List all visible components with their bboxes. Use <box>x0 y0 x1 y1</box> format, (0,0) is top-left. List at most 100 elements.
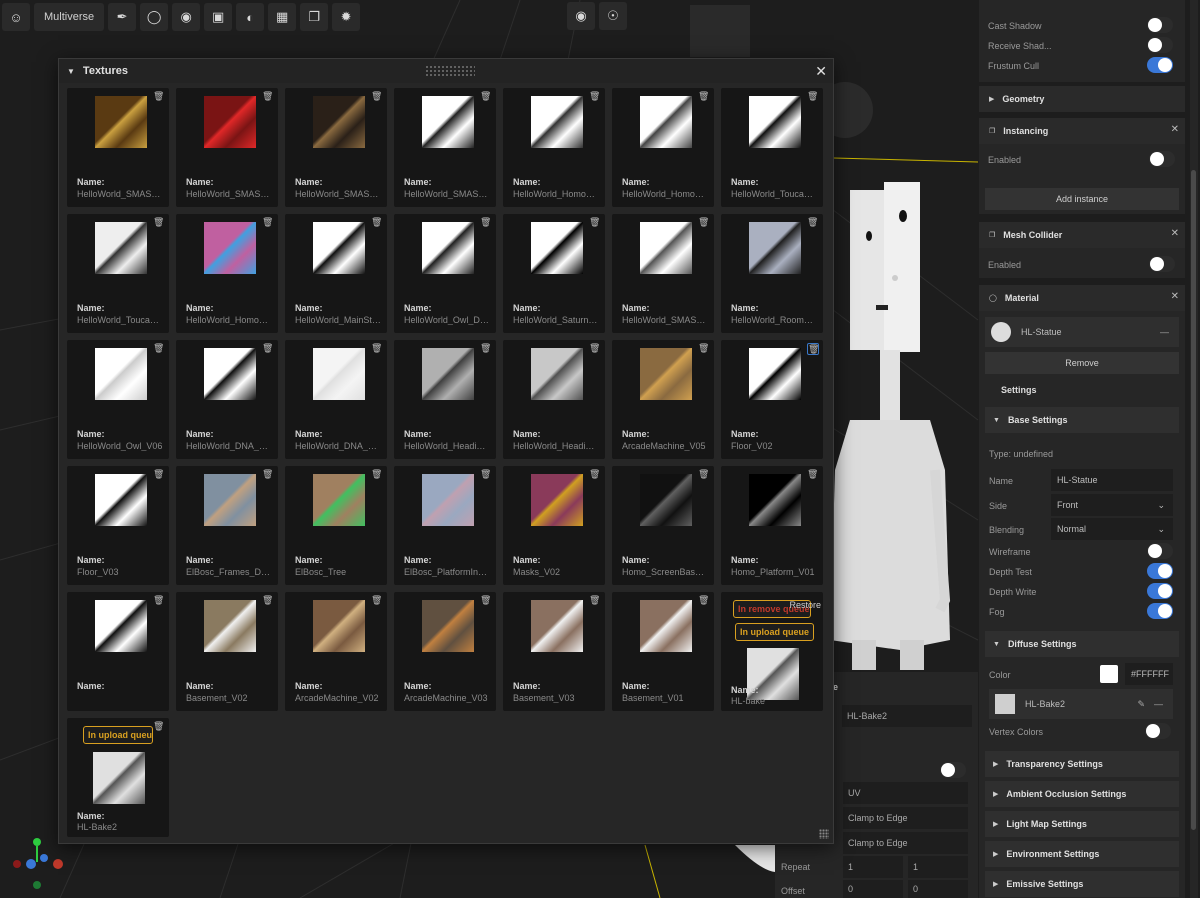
texture-card[interactable]: 🗑 Name: HelloWorld_MainStat... <box>285 214 387 333</box>
trash-icon[interactable]: 🗑 <box>589 469 601 481</box>
remove-material-icon[interactable]: ✕ <box>1171 291 1179 302</box>
texture-card[interactable]: 🗑 Name: ElBosc_Frames_Diffu... <box>176 466 278 585</box>
trash-icon[interactable]: 🗑 <box>371 343 383 355</box>
trash-icon[interactable]: 🗑 <box>153 595 165 607</box>
side-select[interactable]: Front ⌄ <box>1051 494 1173 516</box>
minus-icon[interactable]: — <box>1160 327 1169 337</box>
texture-card[interactable]: 🗑 Name: HelloWorld_Saturn_Di... <box>503 214 605 333</box>
diffuse-settings-header[interactable]: ▼ Diffuse Settings <box>985 631 1179 657</box>
copy-icon[interactable]: ❐ <box>300 3 329 31</box>
trash-icon[interactable]: 🗑 <box>589 343 601 355</box>
texture-card[interactable]: 🗑 Name: ArcadeMachine_V02 <box>285 592 387 711</box>
material-selector[interactable]: HL-Statue — <box>985 317 1179 347</box>
texture-card[interactable]: 🗑 Name: HelloWorld_ToucanRo... <box>67 214 169 333</box>
trash-icon[interactable]: 🗑 <box>698 343 710 355</box>
close-icon[interactable]: ✕ <box>815 63 827 80</box>
brush-icon[interactable]: ✒ <box>108 3 137 31</box>
environment-header[interactable]: ▶ Environment Settings <box>985 841 1179 867</box>
texture-card[interactable]: 🗑 Name: HelloWorld_ToucanSt... <box>721 88 823 207</box>
multiverse-button[interactable]: Multiverse <box>34 3 105 31</box>
trash-icon[interactable]: 🗑 <box>480 343 492 355</box>
trash-icon[interactable]: 🗑 <box>153 343 165 355</box>
trash-icon[interactable]: 🗑 <box>589 595 601 607</box>
orbit-icon[interactable]: ◉ <box>567 2 595 30</box>
texture-card[interactable]: 🗑 Name: HelloWorld_SMASH_F... <box>176 88 278 207</box>
texture-card[interactable]: 🗑 Name: HL-Bake2 In upload queue <box>67 718 169 837</box>
instancing-enabled-toggle[interactable] <box>1149 151 1175 167</box>
texture-card[interactable]: 🗑 Name: HelloWorld_Homo_M... <box>176 214 278 333</box>
properties-scrollbar[interactable] <box>1190 0 1198 898</box>
trash-icon[interactable]: 🗑 <box>480 469 492 481</box>
texture-card[interactable]: 🗑 Name: HelloWorld_Headings <box>394 340 496 459</box>
texture-card[interactable]: Name: HL-bake In remove queue Restore In upl… <box>721 592 823 711</box>
trash-icon[interactable]: 🗑 <box>371 217 383 229</box>
repeat-y-input[interactable]: 1 <box>908 856 968 878</box>
checker-icon[interactable]: ▦ <box>268 3 297 31</box>
texture-card[interactable]: 🗑 Name: Basement_V01 <box>612 592 714 711</box>
trash-icon[interactable]: 🗑 <box>698 217 710 229</box>
3d-viewport[interactable]: ☺ Multiverse ✒ ◯ ◉ ▣ ◐ ▦ ❐ ✹ ◉ ☉ e HL-Ba… <box>0 0 1200 898</box>
frustum-cull-toggle[interactable] <box>1147 57 1173 73</box>
add-instance-button[interactable]: Add instance <box>985 188 1179 210</box>
resize-grip-icon[interactable] <box>819 829 829 839</box>
scrollbar-thumb[interactable] <box>1191 170 1196 830</box>
trash-icon[interactable]: 🗑 <box>807 469 819 481</box>
restore-button[interactable]: Restore <box>789 600 821 610</box>
collider-enabled-toggle[interactable] <box>1149 256 1175 272</box>
texture-card[interactable]: 🗑 Name: HelloWorld_Owl_Diffu... <box>394 214 496 333</box>
ao-header[interactable]: ▶ Ambient Occlusion Settings <box>985 781 1179 807</box>
texture-card[interactable]: 🗑 Name: HelloWorld_SMASH_V... <box>394 88 496 207</box>
texture-card[interactable]: 🗑 Name: HelloWorld_SMASH_T... <box>285 88 387 207</box>
color-swatch[interactable] <box>1100 665 1118 683</box>
trash-icon[interactable]: 🗑 <box>807 343 819 355</box>
user-icon[interactable]: ☺ <box>2 3 30 31</box>
trash-icon[interactable]: 🗑 <box>698 91 710 103</box>
texture-card[interactable]: 🗑 Name: ElBosc_PlatformInner... <box>394 466 496 585</box>
uv-select[interactable]: UV <box>843 782 968 804</box>
palette-icon[interactable]: ◉ <box>172 3 201 31</box>
texture-card[interactable]: 🗑 Name: HelloWorld_DNA_V02 <box>285 340 387 459</box>
offset-y-input[interactable]: 0 <box>908 880 968 898</box>
trash-icon[interactable]: 🗑 <box>698 595 710 607</box>
lightmap-header[interactable]: ▶ Light Map Settings <box>985 811 1179 837</box>
depth-write-toggle[interactable] <box>1147 583 1173 599</box>
textures-header[interactable]: ▼ Textures ✕ <box>59 59 833 83</box>
remove-button[interactable]: Remove <box>985 352 1179 374</box>
trash-icon[interactable]: 🗑 <box>153 91 165 103</box>
trash-icon[interactable]: 🗑 <box>262 343 274 355</box>
trash-icon[interactable]: 🗑 <box>371 91 383 103</box>
base-settings-header[interactable]: ▼ Base Settings <box>985 407 1179 433</box>
diffuse-map-selector[interactable]: HL-Bake2 ✎ — <box>989 689 1173 719</box>
trash-icon[interactable]: 🗑 <box>153 217 165 229</box>
receive-shadow-toggle[interactable] <box>1147 37 1173 53</box>
texture-card[interactable]: 🗑 Name: Homo_Platform_V01 <box>721 466 823 585</box>
eye-icon[interactable]: ☉ <box>599 2 627 30</box>
instancing-header[interactable]: ❐ Instancing <box>979 118 1185 144</box>
vertex-colors-toggle[interactable] <box>1145 723 1171 739</box>
bulb-icon[interactable]: ◯ <box>140 3 169 31</box>
remove-collider-icon[interactable]: ✕ <box>1171 228 1179 239</box>
trash-icon[interactable]: 🗑 <box>262 595 274 607</box>
trash-icon[interactable]: 🗑 <box>807 91 819 103</box>
texture-card[interactable]: 🗑 Name: HelloWorld_Homo_St... <box>612 88 714 207</box>
trash-icon[interactable]: 🗑 <box>262 91 274 103</box>
fog-toggle[interactable] <box>1147 603 1173 619</box>
texture-card[interactable]: 🗑 Name: Floor_V03 <box>67 466 169 585</box>
texture-card[interactable]: 🗑 Name: <box>67 592 169 711</box>
material-name-input[interactable]: HL-Statue <box>1051 469 1173 491</box>
color-hex-input[interactable]: #FFFFFF <box>1125 663 1173 685</box>
geometry-header[interactable]: ▶ Geometry <box>979 86 1185 112</box>
trash-icon[interactable]: 🗑 <box>480 595 492 607</box>
texture-card[interactable]: 🗑 Name: ArcadeMachine_V03 <box>394 592 496 711</box>
clapper-icon[interactable]: ▣ <box>204 3 233 31</box>
trash-icon[interactable]: 🗑 <box>371 595 383 607</box>
pencil-icon[interactable]: ✎ <box>1137 699 1145 710</box>
wrap-t-select[interactable]: Clamp to Edge <box>843 832 968 854</box>
material-header[interactable]: ◯ Material <box>979 285 1185 311</box>
trash-icon[interactable]: 🗑 <box>480 217 492 229</box>
texture-card[interactable]: 🗑 Name: ElBosc_Tree <box>285 466 387 585</box>
texture-card[interactable]: 🗑 Name: HelloWorld_DNA_V01 <box>176 340 278 459</box>
drag-handle-icon[interactable] <box>425 65 475 77</box>
texture-card[interactable]: 🗑 Name: Floor_V02 <box>721 340 823 459</box>
texture-card[interactable]: 🗑 Name: HelloWorld_SMASH_V... <box>612 214 714 333</box>
